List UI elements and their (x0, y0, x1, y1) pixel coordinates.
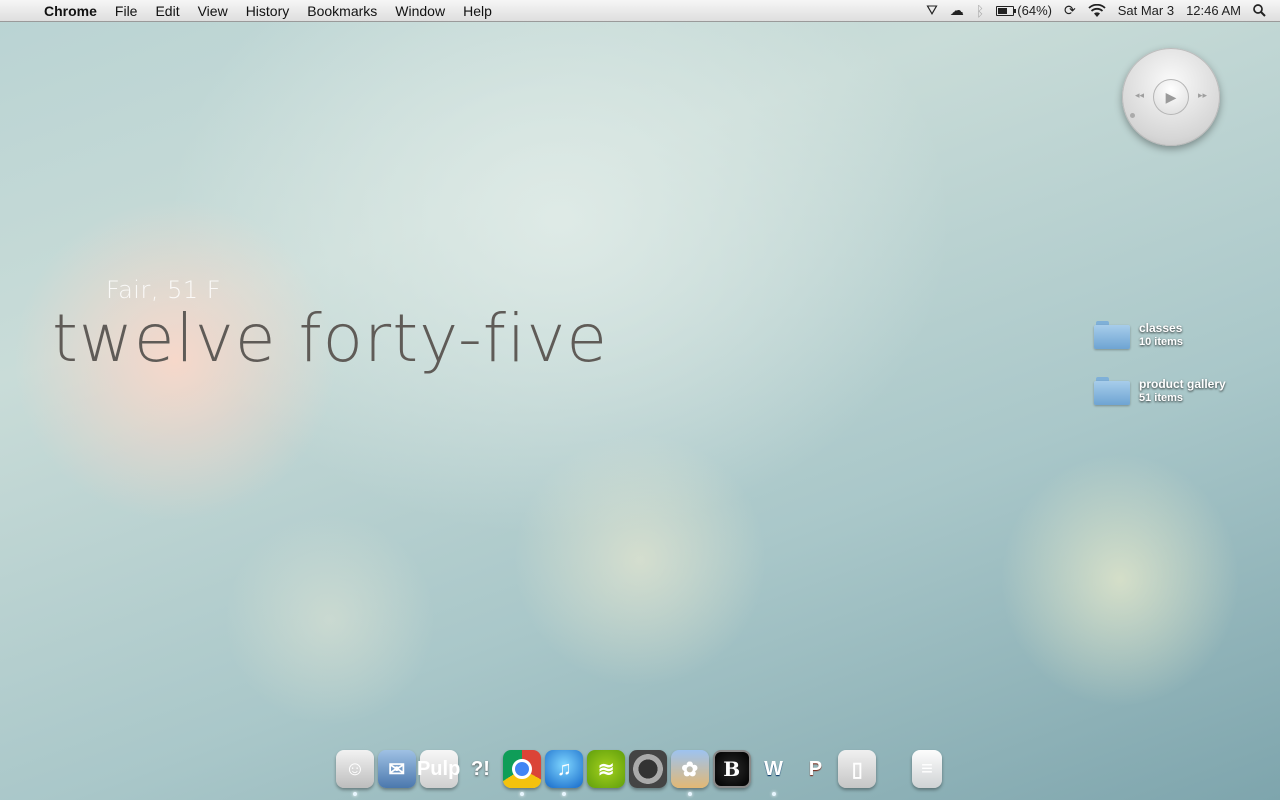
player-indicator (1130, 113, 1135, 118)
menu-view[interactable]: View (189, 0, 237, 22)
status-area: ⛛ ☁ ᛒ (64%) ⟳ Sat Mar 3 12:46 AM (920, 0, 1280, 22)
spotlight-search-icon[interactable] (1247, 0, 1280, 22)
word-icon: W (764, 757, 783, 780)
menu-edit[interactable]: Edit (146, 0, 188, 22)
desktop-folder-product-gallery[interactable]: product gallery 51 items (1094, 377, 1226, 405)
play-button[interactable]: ▶ (1153, 79, 1189, 115)
folder-name: product gallery (1139, 377, 1226, 391)
dock-item-itunes[interactable]: ♫ (543, 746, 585, 800)
play-icon: ▶ (1165, 88, 1177, 105)
menu-history[interactable]: History (237, 0, 299, 22)
dock-item-trash[interactable]: ≡ (906, 746, 948, 800)
dock-item-mail[interactable]: ✉ (376, 746, 418, 800)
dock-item-chrome[interactable] (501, 746, 543, 800)
running-indicator (771, 792, 776, 796)
time-words-clock: twelve forty-five (52, 300, 609, 377)
cloud-sync-icon[interactable]: ☁ (944, 0, 970, 22)
folder-item-count: 51 items (1139, 392, 1184, 404)
desktop-folder-classes[interactable]: classes 10 items (1094, 321, 1183, 349)
pulp-icon: Pulp (417, 750, 460, 788)
dock-item-powerpoint[interactable]: P (794, 746, 836, 800)
chrome-icon (503, 750, 542, 788)
mail-icon: ✉ (377, 750, 416, 788)
folder-name: classes (1139, 321, 1183, 335)
folder-item-count: 10 items (1139, 336, 1184, 348)
dock-item-boot-camp[interactable]: ▯ (836, 746, 878, 800)
dock-item-help[interactable]: ?! (460, 746, 502, 800)
running-indicator (352, 792, 357, 796)
spotify-icon: ≋ (587, 750, 626, 788)
dock-item-word[interactable]: W (753, 746, 795, 800)
app-menu[interactable]: Chrome (40, 0, 106, 22)
dock-item-camera[interactable] (627, 746, 669, 800)
menu-bookmarks[interactable]: Bookmarks (298, 0, 386, 22)
trash-icon: ≡ (912, 750, 942, 788)
photo-browser-icon: ✿ (670, 750, 709, 788)
dock-item-pulp[interactable]: Pulp (417, 746, 460, 800)
running-indicator (687, 792, 692, 796)
menu-window[interactable]: Window (386, 0, 454, 22)
menu-time[interactable]: 12:46 AM (1180, 0, 1247, 22)
music-player-widget[interactable]: ◂◂ ▶ ▸▸ (1122, 48, 1220, 146)
bluetooth-icon[interactable]: ᛒ (970, 0, 990, 22)
dock-item-finder[interactable]: ☺ (334, 746, 376, 800)
menu-help[interactable]: Help (454, 0, 501, 22)
help-icon: ?! (471, 757, 490, 780)
dock-item-b-app[interactable]: B (711, 746, 753, 800)
running-indicator (520, 792, 525, 796)
finder-icon: ☺ (335, 750, 374, 788)
itunes-icon: ♫ (545, 750, 584, 788)
next-track-icon[interactable]: ▸▸ (1198, 90, 1207, 101)
dock-item-photo-browser[interactable]: ✿ (669, 746, 711, 800)
folder-icon (1094, 377, 1130, 405)
menu-bar: Chrome File Edit View History Bookmarks … (0, 0, 1280, 22)
boot-camp-icon: ▯ (838, 750, 877, 788)
battery-percent: (64%) (1017, 3, 1052, 18)
camera-icon (628, 750, 667, 788)
menu-file[interactable]: File (106, 0, 147, 22)
growl-icon[interactable]: ⛛ (920, 0, 944, 22)
time-machine-icon[interactable]: ⟳ (1058, 0, 1082, 22)
folder-icon (1094, 321, 1130, 349)
dock: ☺ ✉ Pulp ?! ♫ ≋ ✿ B W P ▯ ≡ (334, 746, 948, 800)
powerpoint-icon: P (808, 757, 823, 780)
battery-icon (996, 5, 1017, 16)
running-indicator (562, 792, 567, 796)
menu-date[interactable]: Sat Mar 3 (1112, 0, 1180, 22)
wifi-icon[interactable] (1082, 0, 1112, 22)
dock-item-spotify[interactable]: ≋ (585, 746, 627, 800)
b-app-icon: B (712, 750, 751, 788)
battery-status[interactable]: (64%) (990, 0, 1058, 22)
previous-track-icon[interactable]: ◂◂ (1135, 90, 1144, 101)
